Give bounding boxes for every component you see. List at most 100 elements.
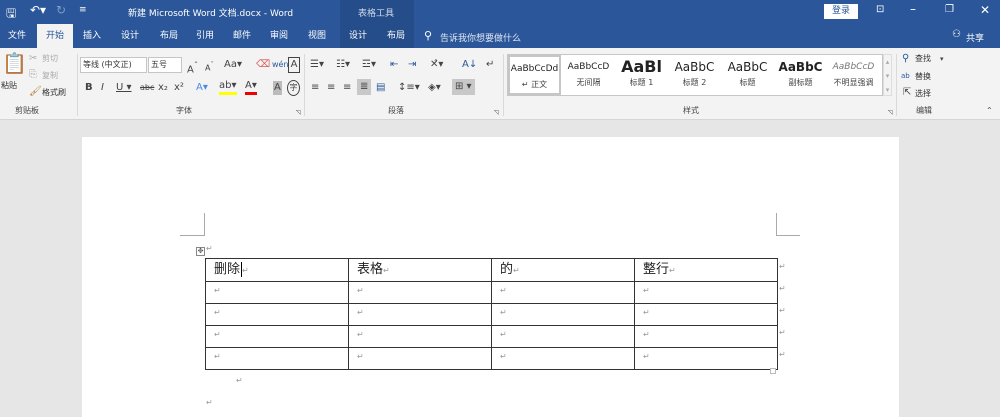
character-border-icon[interactable]: A [288, 57, 300, 73]
paragraph-dialog-launcher-icon[interactable]: ◹ [494, 106, 499, 120]
show-formatting-marks-icon[interactable]: ↵ [486, 58, 494, 72]
shading-icon[interactable]: ◈▾ [428, 81, 441, 95]
multilevel-list-icon[interactable]: ☲▾ [362, 58, 376, 72]
bullets-icon[interactable]: ☰▾ [310, 58, 324, 72]
minimize-icon[interactable]: – [910, 2, 916, 16]
collapse-ribbon-icon[interactable]: ⌃ [986, 104, 993, 118]
table-cell[interactable]: ↵ [491, 325, 635, 348]
styles-scroll-icon[interactable]: ▴ ▾ ▾ [883, 54, 892, 96]
line-spacing-icon[interactable]: ↕≡▾ [398, 81, 420, 95]
align-left-icon[interactable]: ≡ [311, 81, 319, 95]
strikethrough-icon[interactable]: abc [140, 81, 154, 95]
tab-layout[interactable]: 布局 [152, 24, 186, 48]
distributed-icon[interactable]: ▤ [376, 81, 385, 95]
close-icon[interactable]: ✕ [980, 3, 990, 17]
table-cell[interactable]: ↵ [491, 303, 635, 326]
text-effects-icon[interactable]: A▾ [196, 81, 208, 95]
font-size-select[interactable]: 五号 [148, 57, 182, 73]
font-name-select[interactable]: 等线 (中文正) [80, 57, 147, 73]
tab-mailings[interactable]: 邮件 [225, 24, 259, 48]
ribbon-display-options-icon[interactable]: ⊡ [876, 4, 884, 15]
table-cell[interactable]: ↵ [348, 281, 492, 304]
redo-icon[interactable]: ↻ [56, 3, 66, 17]
tab-table-design[interactable]: 设计 [340, 24, 376, 48]
restore-icon[interactable]: ❐ [945, 4, 954, 15]
highlight-icon[interactable]: ab▾ [219, 80, 237, 95]
font-dialog-launcher-icon[interactable]: ◹ [296, 106, 301, 120]
table-move-handle-icon[interactable]: ✥ [196, 247, 205, 256]
subscript-icon[interactable]: x₂ [158, 81, 168, 95]
customize-qat-icon[interactable]: ≡ [79, 5, 87, 15]
paste-icon[interactable]: 📋 [2, 53, 27, 73]
table-cell[interactable]: ↵ [634, 347, 778, 370]
character-shading-icon[interactable]: A [273, 81, 282, 95]
increase-indent-icon[interactable]: ⇥ [408, 58, 416, 72]
shrink-font-icon[interactable]: Aˇ [205, 58, 214, 76]
bold-icon[interactable]: B [85, 81, 93, 95]
tab-home[interactable]: 开始 [37, 24, 73, 48]
table-cell[interactable]: ↵ [634, 303, 778, 326]
clear-formatting-icon[interactable]: ⌫ [256, 58, 270, 72]
table-resize-handle-icon[interactable] [770, 368, 776, 374]
login-button[interactable]: 登录 [824, 4, 858, 19]
table-cell[interactable]: ↵ [205, 325, 349, 348]
style-no-spacing[interactable]: AaBbCcD 无间隔 [562, 55, 615, 95]
table-cell[interactable]: ↵ [348, 347, 492, 370]
table-cell[interactable]: 的↵ [491, 258, 635, 282]
table-cell[interactable]: 删除 ↵ [205, 258, 349, 282]
phonetic-guide-icon[interactable]: wén [272, 58, 289, 72]
tab-insert[interactable]: 插入 [76, 24, 108, 48]
change-case-icon[interactable]: Aa▾ [224, 58, 242, 72]
tab-references[interactable]: 引用 [188, 24, 222, 48]
table-cell[interactable]: ↵ [348, 303, 492, 326]
italic-icon[interactable]: I [101, 81, 104, 95]
justify-icon[interactable]: ≣ [357, 79, 372, 95]
find-dropdown-icon[interactable]: ▾ [940, 52, 944, 66]
style-subtle-emphasis[interactable]: AaBbCcD 不明显强调 [827, 55, 880, 95]
document-table[interactable]: 删除 ↵ 表格↵ 的↵ 整行↵ ↵ ↵ ↵ ↵ ↵ ↵ ↵ ↵ ↵ ↵ ↵ ↵ ↵ ↵ ↵ ↵ [205, 258, 778, 370]
table-cell[interactable]: ↵ [634, 325, 778, 348]
tab-table-layout[interactable]: 布局 [378, 24, 414, 48]
styles-dialog-launcher-icon[interactable]: ◹ [888, 106, 893, 120]
tab-view[interactable]: 视图 [300, 24, 334, 48]
grow-font-icon[interactable]: Aˆ [187, 58, 198, 77]
share-button[interactable]: 共享 [966, 31, 984, 44]
enclose-characters-icon[interactable]: 字 [287, 80, 300, 96]
style-title[interactable]: AaBbC 标题 [721, 55, 774, 95]
sort-icon[interactable]: A↓ [462, 58, 477, 72]
tab-design[interactable]: 设计 [113, 24, 147, 48]
table-cell[interactable]: ↵ [634, 281, 778, 304]
save-icon[interactable]: 🖫 [6, 4, 16, 25]
style-heading-2[interactable]: AaBbC 标题 2 [668, 55, 721, 95]
table-cell[interactable]: 整行↵ [634, 258, 778, 282]
replace-button[interactable]: 替换 [915, 71, 931, 83]
borders-icon[interactable]: ⊞ ▾ [452, 79, 475, 95]
table-cell[interactable]: ↵ [205, 303, 349, 326]
find-button[interactable]: 查找 [915, 53, 931, 65]
table-cell[interactable]: 表格↵ [348, 258, 492, 282]
style-heading-1[interactable]: AaBl 标题 1 [615, 55, 668, 95]
style-normal[interactable]: AaBbCcDd ↵ 正文 [508, 55, 561, 95]
tab-file[interactable]: 文件 [0, 24, 34, 48]
tell-me-input[interactable]: 告诉我你想要做什么 [440, 31, 521, 44]
decrease-indent-icon[interactable]: ⇤ [390, 58, 398, 72]
chinese-layout-icon[interactable]: ✕̂▾ [430, 58, 443, 72]
font-color-icon[interactable]: A▾ [245, 80, 257, 95]
style-subtitle[interactable]: AaBbC 副标题 [774, 55, 827, 95]
copy-button[interactable]: 复制 [42, 70, 58, 82]
format-painter-button[interactable]: 格式刷 [42, 87, 66, 99]
align-center-icon[interactable]: ≡ [327, 81, 335, 95]
table-cell[interactable]: ↵ [205, 281, 349, 304]
superscript-icon[interactable]: x² [174, 81, 184, 95]
select-button[interactable]: 选择 [915, 88, 931, 100]
tab-review[interactable]: 审阅 [262, 24, 296, 48]
paste-button[interactable]: 粘贴 [1, 80, 17, 92]
table-cell[interactable]: ↵ [491, 347, 635, 370]
align-right-icon[interactable]: ≡ [343, 81, 351, 95]
table-cell[interactable]: ↵ [205, 347, 349, 370]
share-icon[interactable]: ⚇ [952, 29, 961, 40]
numbering-icon[interactable]: ☷▾ [336, 58, 350, 72]
table-cell[interactable]: ↵ [491, 281, 635, 304]
undo-icon[interactable]: ↶▾ [30, 3, 46, 17]
underline-icon[interactable]: U ▾ [116, 81, 132, 95]
